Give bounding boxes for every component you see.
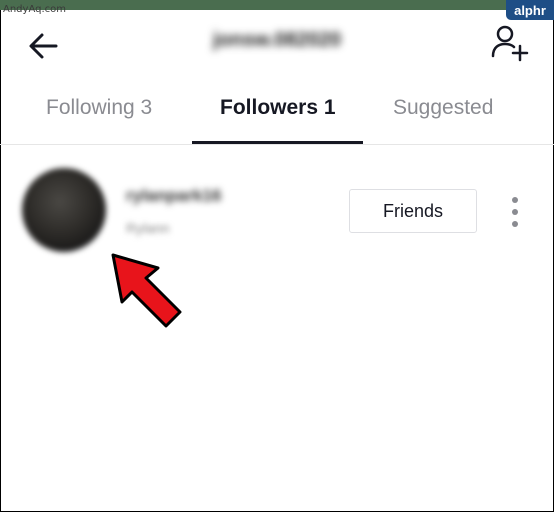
arrow-left-icon bbox=[29, 33, 58, 59]
divider bbox=[0, 144, 554, 145]
tab-following[interactable]: Following 3 bbox=[46, 96, 152, 120]
add-user-icon bbox=[491, 25, 529, 62]
tab-bar: Following 3 Followers 1 Suggested bbox=[0, 84, 554, 144]
avatar[interactable] bbox=[22, 168, 106, 252]
back-button[interactable] bbox=[24, 26, 64, 66]
watermark: AndyAq.com bbox=[3, 4, 66, 15]
follower-username[interactable]: rylanpark16 bbox=[126, 186, 221, 206]
friends-button[interactable]: Friends bbox=[349, 189, 477, 233]
more-vertical-icon bbox=[512, 197, 518, 227]
follower-nickname: Rylann bbox=[126, 220, 170, 236]
top-strip bbox=[0, 0, 554, 10]
follower-row[interactable]: rylanpark16 Rylann Friends bbox=[0, 160, 554, 260]
brand-logo: alphr bbox=[506, 0, 554, 20]
red-arrow-icon bbox=[111, 253, 182, 328]
tab-suggested[interactable]: Suggested bbox=[393, 96, 493, 120]
page-title: jonsw.082020 bbox=[212, 29, 342, 51]
tab-followers[interactable]: Followers 1 bbox=[220, 96, 336, 120]
more-options-button[interactable] bbox=[505, 194, 525, 230]
add-user-button[interactable] bbox=[490, 22, 530, 62]
